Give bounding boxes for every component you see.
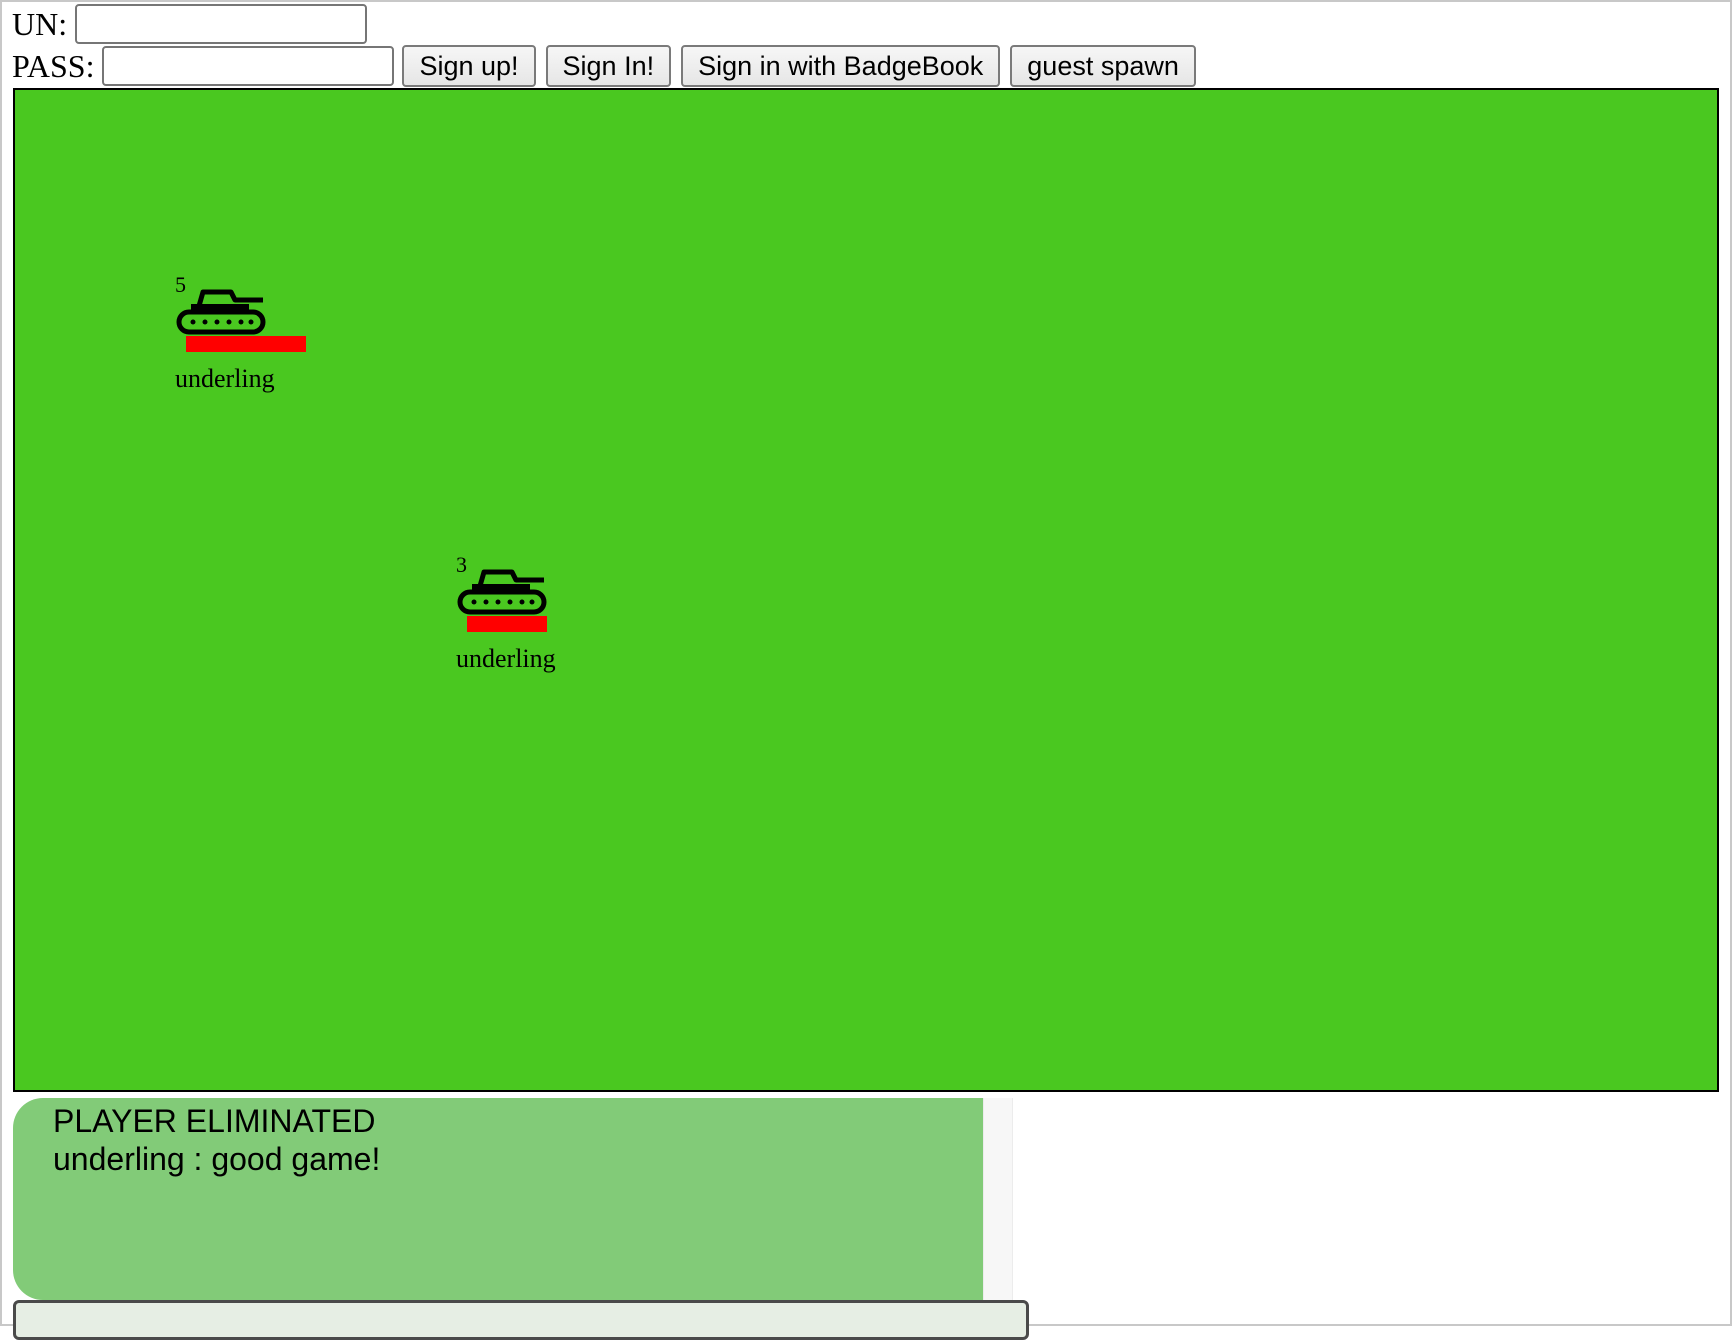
username-label: UN: bbox=[12, 5, 68, 42]
tank-health-bar bbox=[467, 616, 547, 632]
tank-icon bbox=[457, 569, 547, 615]
chat-message: underling : good game! bbox=[53, 1141, 381, 1177]
sign-up-button[interactable]: Sign up! bbox=[402, 45, 536, 87]
tank-unit: 3 underling bbox=[456, 554, 596, 684]
badgebook-sign-in-button[interactable]: Sign in with BadgeBook bbox=[681, 45, 1001, 87]
tank-unit: 5 underling bbox=[175, 274, 315, 404]
password-row: PASS: Sign up! Sign In! Sign in with Bad… bbox=[12, 44, 1196, 88]
tank-player-name: underling bbox=[456, 644, 556, 673]
chat-scrollbar[interactable] bbox=[983, 1098, 1013, 1300]
tank-player-name: underling bbox=[175, 364, 275, 393]
game-canvas[interactable]: 5 underling 3 underling bbox=[13, 88, 1719, 1092]
chat-log: PLAYER ELIMINATED underling : good game! bbox=[13, 1098, 983, 1300]
password-input[interactable] bbox=[102, 46, 395, 86]
chat-message: PLAYER ELIMINATED bbox=[53, 1103, 376, 1139]
chat-input[interactable] bbox=[13, 1300, 1029, 1340]
username-input[interactable] bbox=[75, 4, 368, 44]
sign-in-button[interactable]: Sign In! bbox=[545, 45, 672, 87]
tank-icon bbox=[176, 289, 266, 335]
username-row: UN: bbox=[12, 2, 368, 46]
password-label: PASS: bbox=[12, 47, 95, 84]
guest-spawn-button[interactable]: guest spawn bbox=[1010, 45, 1196, 87]
tank-health-bar bbox=[186, 336, 306, 352]
